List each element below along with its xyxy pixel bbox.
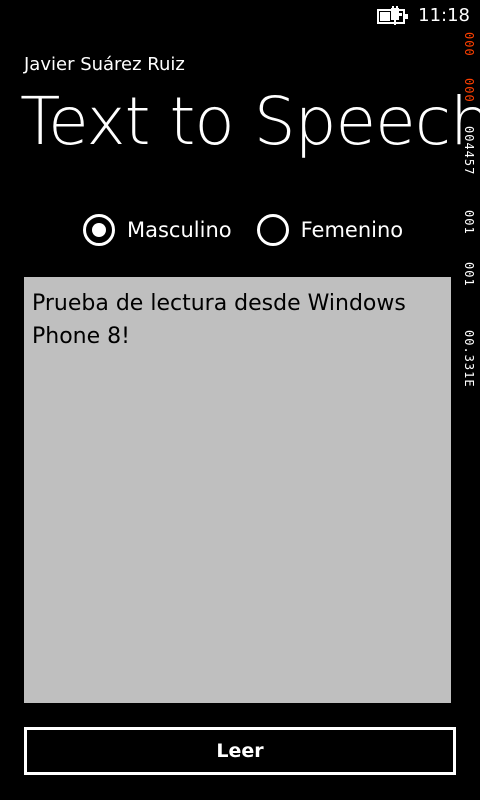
status-clock: 11:18 — [418, 5, 470, 26]
status-bar: 11:18 — [0, 0, 480, 32]
frame-rate-counter-value: 000 — [462, 32, 476, 57]
radio-label-masculino[interactable]: Masculino — [127, 218, 232, 242]
read-button[interactable]: Leer — [24, 727, 456, 775]
frame-rate-counter-value: 001 — [462, 262, 476, 287]
frame-rate-counter-value: 001 — [462, 210, 476, 235]
frame-rate-counter-value: 00.331E — [462, 330, 476, 388]
radio-unchecked-icon[interactable] — [256, 214, 289, 246]
page-title: Text to Speech — [20, 83, 480, 160]
radio-checked-icon[interactable] — [83, 214, 115, 246]
voice-radio-group: Masculino Femenino — [83, 212, 428, 248]
speech-text-input[interactable]: Prueba de lectura desde Windows Phone 8! — [24, 277, 451, 703]
app-name: Javier Suárez Ruiz — [24, 54, 185, 75]
radio-masculino[interactable]: Masculino — [83, 214, 232, 246]
radio-label-femenino[interactable]: Femenino — [301, 218, 404, 242]
phone-screen: 11:18 000 000 004457 001 001 00.331E Javier S… — [0, 0, 480, 800]
radio-dot — [92, 223, 106, 237]
radio-femenino[interactable]: Femenino — [256, 214, 404, 246]
battery-charging-icon — [377, 6, 408, 25]
